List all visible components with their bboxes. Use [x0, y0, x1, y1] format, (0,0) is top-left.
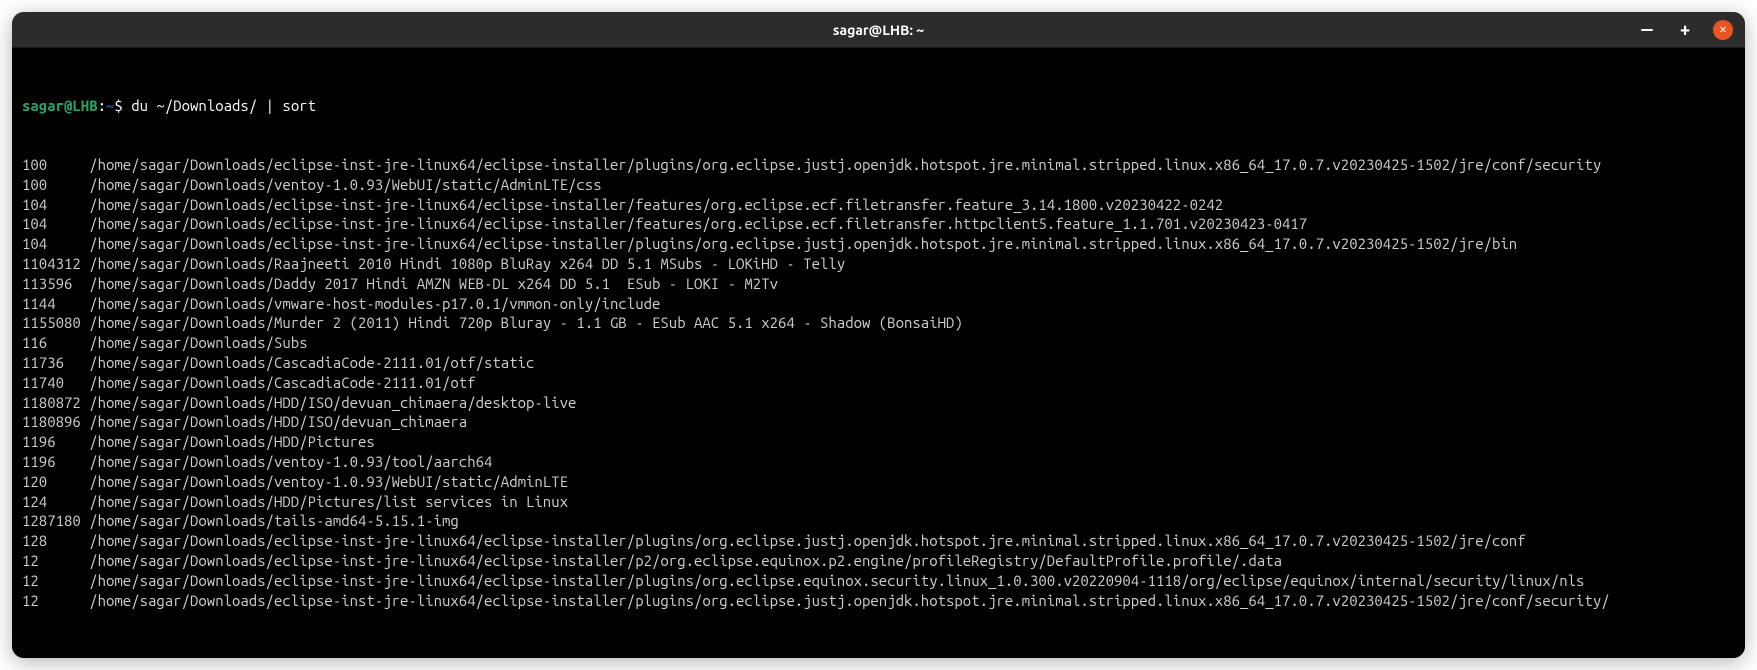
- path-value: /home/sagar/Downloads/CascadiaCode-2111.…: [89, 353, 534, 373]
- minimize-icon: [1641, 29, 1653, 31]
- size-value: 124: [22, 492, 89, 512]
- size-value: 11736: [22, 353, 89, 373]
- output-line: 104 /home/sagar/Downloads/eclipse-inst-j…: [22, 234, 1735, 254]
- size-value: 1287180: [22, 511, 89, 531]
- output-line: 1180896 /home/sagar/Downloads/HDD/ISO/de…: [22, 412, 1735, 432]
- path-value: /home/sagar/Downloads/ventoy-1.0.93/WebU…: [89, 472, 568, 492]
- size-value: 1144: [22, 294, 89, 314]
- size-value: 1104312: [22, 254, 89, 274]
- path-value: /home/sagar/Downloads/eclipse-inst-jre-l…: [89, 551, 1282, 571]
- path-value: /home/sagar/Downloads/Murder 2 (2011) Hi…: [89, 313, 963, 333]
- path-value: /home/sagar/Downloads/HDD/ISO/devuan_chi…: [89, 393, 576, 413]
- output-container: 100 /home/sagar/Downloads/eclipse-inst-j…: [22, 155, 1735, 610]
- terminal-window: sagar@LHB: ~ + ✕ sagar@LHB:~$ du ~/Downl…: [12, 12, 1745, 658]
- size-value: 1196: [22, 452, 89, 472]
- path-value: /home/sagar/Downloads/Raajneeti 2010 Hin…: [89, 254, 845, 274]
- size-value: 100: [22, 155, 89, 175]
- output-line: 100 /home/sagar/Downloads/eclipse-inst-j…: [22, 155, 1735, 175]
- size-value: 104: [22, 195, 89, 215]
- output-line: 113596 /home/sagar/Downloads/Daddy 2017 …: [22, 274, 1735, 294]
- window-controls: + ✕: [1637, 20, 1733, 40]
- maximize-icon: +: [1680, 21, 1690, 39]
- maximize-button[interactable]: +: [1675, 20, 1695, 40]
- size-value: 11740: [22, 373, 89, 393]
- path-value: /home/sagar/Downloads/eclipse-inst-jre-l…: [89, 571, 1584, 591]
- output-line: 12 /home/sagar/Downloads/eclipse-inst-jr…: [22, 551, 1735, 571]
- output-line: 12 /home/sagar/Downloads/eclipse-inst-jr…: [22, 591, 1735, 611]
- prompt-colon: :: [98, 96, 106, 116]
- size-value: 12: [22, 551, 89, 571]
- output-line: 1196 /home/sagar/Downloads/ventoy-1.0.93…: [22, 452, 1735, 472]
- size-value: 128: [22, 531, 89, 551]
- output-line: 104 /home/sagar/Downloads/eclipse-inst-j…: [22, 214, 1735, 234]
- minimize-button[interactable]: [1637, 20, 1657, 40]
- path-value: /home/sagar/Downloads/eclipse-inst-jre-l…: [89, 531, 1525, 551]
- output-line: 120 /home/sagar/Downloads/ventoy-1.0.93/…: [22, 472, 1735, 492]
- window-title: sagar@LHB: ~: [833, 22, 924, 38]
- path-value: /home/sagar/Downloads/tails-amd64-5.15.1…: [89, 511, 459, 531]
- titlebar[interactable]: sagar@LHB: ~ + ✕: [12, 12, 1745, 48]
- terminal-content[interactable]: sagar@LHB:~$ du ~/Downloads/ | sort 100 …: [12, 48, 1745, 658]
- output-line: 11736 /home/sagar/Downloads/CascadiaCode…: [22, 353, 1735, 373]
- path-value: /home/sagar/Downloads/ventoy-1.0.93/WebU…: [89, 175, 601, 195]
- path-value: /home/sagar/Downloads/Daddy 2017 Hindi A…: [89, 274, 778, 294]
- prompt-path: ~: [106, 96, 114, 116]
- size-value: 113596: [22, 274, 89, 294]
- path-value: /home/sagar/Downloads/HDD/ISO/devuan_chi…: [89, 412, 467, 432]
- output-line: 124 /home/sagar/Downloads/HDD/Pictures/l…: [22, 492, 1735, 512]
- output-line: 11740 /home/sagar/Downloads/CascadiaCode…: [22, 373, 1735, 393]
- output-line: 1104312 /home/sagar/Downloads/Raajneeti …: [22, 254, 1735, 274]
- output-line: 100 /home/sagar/Downloads/ventoy-1.0.93/…: [22, 175, 1735, 195]
- size-value: 1180872: [22, 393, 89, 413]
- path-value: /home/sagar/Downloads/CascadiaCode-2111.…: [89, 373, 475, 393]
- path-value: /home/sagar/Downloads/eclipse-inst-jre-l…: [89, 214, 1307, 234]
- prompt-dollar: $: [114, 96, 131, 116]
- size-value: 1180896: [22, 412, 89, 432]
- close-button[interactable]: ✕: [1713, 20, 1733, 40]
- prompt-line: sagar@LHB:~$ du ~/Downloads/ | sort: [22, 96, 1735, 116]
- output-line: 128 /home/sagar/Downloads/eclipse-inst-j…: [22, 531, 1735, 551]
- size-value: 104: [22, 234, 89, 254]
- size-value: 1196: [22, 432, 89, 452]
- output-line: 1180872 /home/sagar/Downloads/HDD/ISO/de…: [22, 393, 1735, 413]
- prompt-user-host: sagar@LHB: [22, 96, 98, 116]
- path-value: /home/sagar/Downloads/HDD/Pictures: [89, 432, 375, 452]
- path-value: /home/sagar/Downloads/eclipse-inst-jre-l…: [89, 195, 1223, 215]
- path-value: /home/sagar/Downloads/HDD/Pictures/list …: [89, 492, 568, 512]
- output-line: 1287180 /home/sagar/Downloads/tails-amd6…: [22, 511, 1735, 531]
- size-value: 104: [22, 214, 89, 234]
- output-line: 12 /home/sagar/Downloads/eclipse-inst-jr…: [22, 571, 1735, 591]
- size-value: 12: [22, 571, 89, 591]
- size-value: 1155080: [22, 313, 89, 333]
- output-line: 1155080 /home/sagar/Downloads/Murder 2 (…: [22, 313, 1735, 333]
- size-value: 100: [22, 175, 89, 195]
- output-line: 104 /home/sagar/Downloads/eclipse-inst-j…: [22, 195, 1735, 215]
- path-value: /home/sagar/Downloads/eclipse-inst-jre-l…: [89, 591, 1609, 611]
- output-line: 1144 /home/sagar/Downloads/vmware-host-m…: [22, 294, 1735, 314]
- path-value: /home/sagar/Downloads/Subs: [89, 333, 307, 353]
- output-line: 116 /home/sagar/Downloads/Subs: [22, 333, 1735, 353]
- size-value: 12: [22, 591, 89, 611]
- path-value: /home/sagar/Downloads/vmware-host-module…: [89, 294, 660, 314]
- size-value: 116: [22, 333, 89, 353]
- output-line: 1196 /home/sagar/Downloads/HDD/Pictures: [22, 432, 1735, 452]
- path-value: /home/sagar/Downloads/eclipse-inst-jre-l…: [89, 155, 1601, 175]
- size-value: 120: [22, 472, 89, 492]
- command-text: du ~/Downloads/ | sort: [131, 96, 316, 116]
- path-value: /home/sagar/Downloads/ventoy-1.0.93/tool…: [89, 452, 492, 472]
- close-icon: ✕: [1719, 24, 1726, 36]
- path-value: /home/sagar/Downloads/eclipse-inst-jre-l…: [89, 234, 1517, 254]
